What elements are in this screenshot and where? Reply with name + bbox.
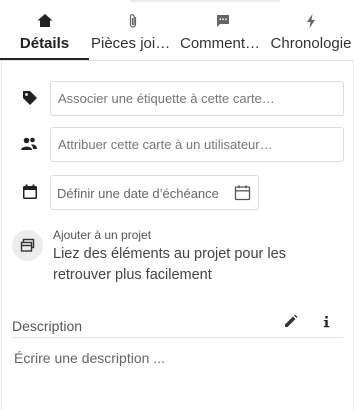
calendar-icon [21,183,39,201]
tag-input[interactable] [50,81,344,116]
tab-attachments[interactable]: Pièces jointes [89,0,177,60]
home-icon [36,12,54,30]
project-icon [20,238,35,252]
pencil-icon[interactable] [282,313,299,330]
tab-details[interactable]: Détails [0,0,89,60]
info-icon[interactable] [318,313,335,330]
description-label: Description [12,318,83,334]
comment-icon [214,12,232,30]
tab-timeline-label: Chronologie [270,35,352,52]
lightning-icon [302,12,320,30]
paperclip-icon [124,12,142,30]
tab-details-label: Détails [19,35,70,52]
tab-comments[interactable]: Commentaires [178,0,268,60]
tab-bar: Détails Pièces jointes Commentaires Chro… [0,0,354,61]
calendar-outline-icon[interactable] [234,184,251,201]
add-project-description: Liez des éléments au projet pour les ret… [53,246,286,283]
add-project-title[interactable]: Ajouter à un projet [53,228,151,242]
active-tab-underline [0,58,89,60]
tag-icon [21,89,39,107]
add-project-button[interactable] [12,230,43,261]
description-divider [12,337,343,338]
due-date-field[interactable]: Définir une date d’échéance [50,175,259,210]
tab-timeline[interactable]: Chronologie [268,0,354,60]
due-date-placeholder: Définir une date d’échéance [57,186,219,201]
tab-attachments-label: Pièces jointes [91,35,177,52]
tab-comments-label: Commentaires [180,35,268,52]
panel-left-border [1,61,2,410]
description-editor[interactable]: Écrire une description ... [14,350,165,366]
assign-user-input[interactable] [50,127,344,162]
users-icon [20,135,38,153]
